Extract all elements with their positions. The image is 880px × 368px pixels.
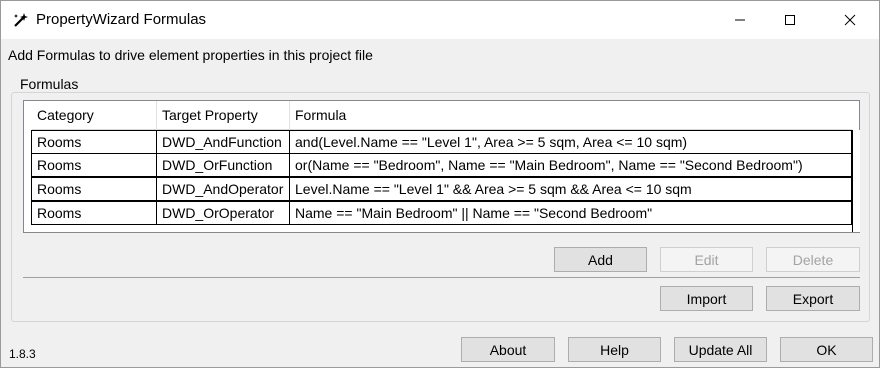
column-header-category[interactable]: Category xyxy=(32,101,157,130)
version-label: 1.8.3 xyxy=(9,347,36,361)
table-row[interactable]: Rooms DWD_OrOperator Name == "Main Bedro… xyxy=(31,201,852,225)
export-button[interactable]: Export xyxy=(766,286,860,311)
cell-formula: Name == "Main Bedroom" || Name == "Secon… xyxy=(295,205,653,221)
table-row[interactable]: Rooms DWD_OrFunction or(Name == "Bedroom… xyxy=(31,153,852,177)
delete-button[interactable]: Delete xyxy=(766,247,860,272)
cell-target-property: DWD_OrFunction xyxy=(157,154,290,176)
minimize-icon xyxy=(735,19,745,21)
property-wizard-window: PropertyWizard Formulas Add Formulas to … xyxy=(0,0,880,368)
grid-vertical-scrollbar[interactable] xyxy=(852,130,860,232)
maximize-button[interactable] xyxy=(767,1,813,39)
cell-target-property: DWD_OrOperator xyxy=(157,202,290,224)
import-button[interactable]: Import xyxy=(660,286,753,311)
cell-category: Rooms xyxy=(32,178,157,200)
help-button[interactable]: Help xyxy=(568,337,661,362)
cell-category: Rooms xyxy=(32,202,157,224)
cell-target-property: DWD_AndFunction xyxy=(157,131,290,153)
update-all-button[interactable]: Update All xyxy=(674,337,767,362)
cell-formula: and(Level.Name == "Level 1", Area >= 5 s… xyxy=(295,134,688,150)
divider xyxy=(23,277,860,278)
about-button[interactable]: About xyxy=(461,337,555,362)
cell-target-property: DWD_AndOperator xyxy=(157,178,290,200)
title-bar: PropertyWizard Formulas xyxy=(1,1,879,39)
wizard-wand-icon xyxy=(14,13,28,27)
close-button[interactable] xyxy=(827,1,873,39)
column-header-target-property[interactable]: Target Property xyxy=(157,101,290,130)
description-text: Add Formulas to drive element properties… xyxy=(8,47,373,63)
maximize-icon xyxy=(785,15,795,25)
edit-button[interactable]: Edit xyxy=(660,247,753,272)
cell-category: Rooms xyxy=(32,154,157,176)
table-row[interactable]: Rooms DWD_AndFunction and(Level.Name == … xyxy=(31,130,852,154)
window-title: PropertyWizard Formulas xyxy=(36,11,207,28)
cell-category: Rooms xyxy=(32,131,157,153)
cell-formula: Level.Name == "Level 1" && Area >= 5 sqm… xyxy=(295,181,692,197)
close-icon xyxy=(844,14,856,26)
formulas-group-label: Formulas xyxy=(17,76,82,92)
grid-header: Category Target Property Formula xyxy=(32,101,852,130)
minimize-button[interactable] xyxy=(717,1,763,39)
table-row[interactable]: Rooms DWD_AndOperator Level.Name == "Lev… xyxy=(31,177,852,201)
add-button[interactable]: Add xyxy=(554,247,647,272)
ok-button[interactable]: OK xyxy=(780,337,873,362)
column-header-formula[interactable]: Formula xyxy=(290,101,852,130)
formulas-grid[interactable]: Category Target Property Formula Rooms D… xyxy=(23,100,860,233)
cell-formula: or(Name == "Bedroom", Name == "Main Bedr… xyxy=(295,157,803,173)
